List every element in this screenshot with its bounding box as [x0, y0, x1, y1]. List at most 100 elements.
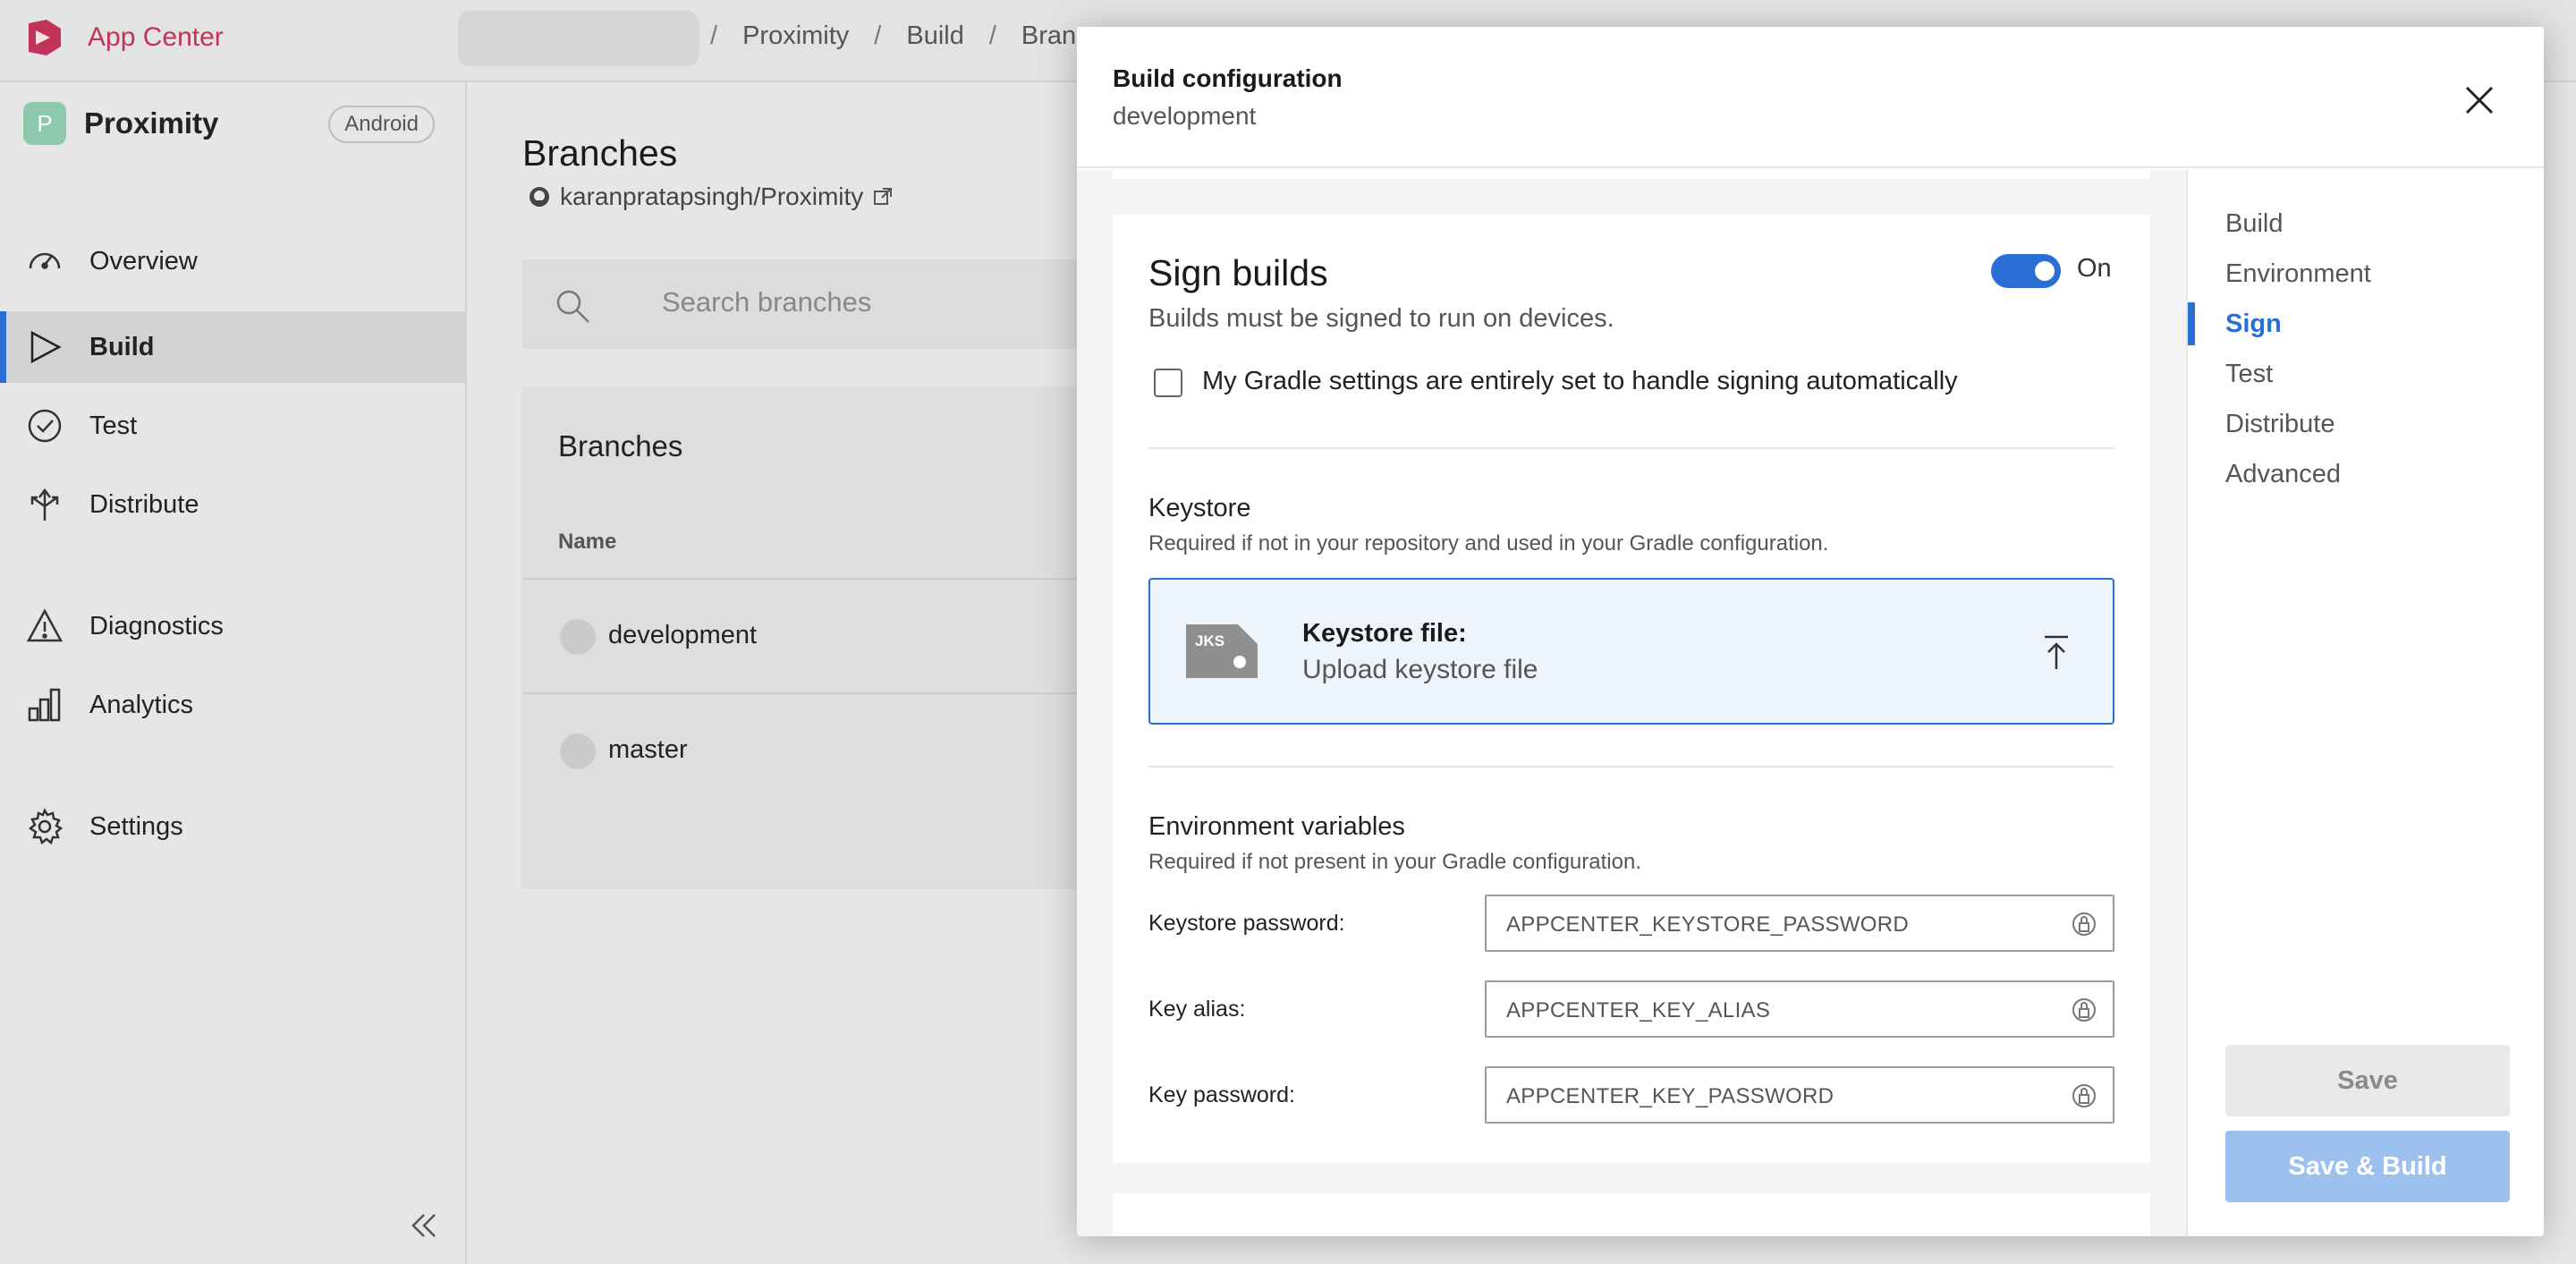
distribute-icon: [30, 488, 59, 521]
app-header[interactable]: P Proximity Android: [23, 102, 435, 145]
branch-status-icon: [560, 734, 596, 769]
toggle-knob: [2035, 261, 2055, 281]
sidebar: P Proximity Android Overview Build Test: [0, 82, 467, 1264]
table-row[interactable]: development: [522, 578, 1148, 692]
lock-icon[interactable]: [2070, 995, 2098, 1025]
check-circle-icon: [28, 409, 62, 443]
lock-icon[interactable]: [2070, 1081, 2098, 1111]
lock-icon[interactable]: [2070, 909, 2098, 939]
previous-section-card: [1113, 170, 2150, 179]
org-selector[interactable]: [458, 11, 699, 66]
side-nav-test[interactable]: Test: [2188, 352, 2542, 395]
collapse-sidebar-icon[interactable]: [404, 1206, 444, 1245]
keystore-upload[interactable]: JKS Keystore file: Upload keystore file: [1148, 578, 2114, 725]
keystore-title: Keystore: [1148, 494, 1251, 522]
sign-builds-section: Sign builds Builds must be signed to run…: [1113, 215, 2150, 1163]
brand-name: App Center: [88, 22, 224, 52]
key-alias-label: Key alias:: [1148, 997, 1246, 1022]
breadcrumb-branches[interactable]: Bran: [1021, 21, 1076, 51]
breadcrumb-app[interactable]: Proximity: [742, 21, 849, 51]
table-row[interactable]: master: [522, 692, 1148, 807]
column-header-name: Name: [558, 530, 617, 554]
sidebar-item-label: Test: [89, 411, 138, 440]
app-name: Proximity: [84, 106, 219, 140]
jks-file-icon: JKS: [1186, 624, 1258, 678]
breadcrumb: / Proximity / Build / Bran: [710, 21, 1077, 51]
branch-status-icon: [560, 619, 596, 655]
field-value: APPCENTER_KEY_ALIAS: [1506, 998, 1771, 1022]
key-password-field[interactable]: APPCENTER_KEY_PASSWORD: [1485, 1066, 2114, 1124]
upload-subtitle: Upload keystore file: [1302, 655, 1538, 684]
branch-name: development: [608, 621, 758, 649]
side-nav-advanced[interactable]: Advanced: [2188, 453, 2542, 496]
brand[interactable]: App Center: [23, 16, 224, 59]
save-button[interactable]: Save: [2225, 1045, 2510, 1116]
side-nav-build[interactable]: Build: [2188, 202, 2542, 245]
section-title: Sign builds: [1148, 252, 1328, 293]
upload-title: Keystore file:: [1302, 619, 1467, 648]
keystore-password-field[interactable]: APPCENTER_KEYSTORE_PASSWORD: [1485, 895, 2114, 952]
panel-side-nav: Build Environment Sign Test Distribute A…: [2186, 170, 2544, 1236]
side-nav-sign[interactable]: Sign: [2188, 302, 2542, 345]
keystore-description: Required if not in your repository and u…: [1148, 531, 1829, 556]
env-vars-description: Required if not present in your Gradle c…: [1148, 850, 1641, 874]
key-password-label: Key password:: [1148, 1082, 1295, 1107]
sidebar-item-label: Diagnostics: [89, 611, 224, 640]
field-value: APPCENTER_KEY_PASSWORD: [1506, 1084, 1835, 1108]
sidebar-item-build[interactable]: Build: [0, 311, 465, 383]
save-and-build-button[interactable]: Save & Build: [2225, 1131, 2510, 1202]
app-avatar: P: [23, 102, 66, 145]
toggle-label: On: [2077, 254, 2112, 283]
sidebar-item-settings[interactable]: Settings: [0, 791, 465, 862]
github-icon: [530, 187, 549, 207]
branch-search[interactable]: Search branches: [522, 259, 1148, 349]
divider: [1148, 447, 2114, 449]
branches-card-title: Branches: [558, 429, 683, 462]
close-icon[interactable]: [2462, 82, 2497, 118]
build-configuration-panel: Build configuration development Sign bui…: [1077, 27, 2544, 1236]
branches-card: Branches Name development master: [522, 386, 1148, 887]
bar-chart-icon: [28, 688, 61, 722]
branch-name: master: [608, 735, 688, 764]
key-alias-field[interactable]: APPCENTER_KEY_ALIAS: [1485, 980, 2114, 1038]
keystore-password-label: Keystore password:: [1148, 911, 1345, 936]
os-badge: Android: [328, 106, 435, 143]
repo-link[interactable]: karanpratapsingh/Proximity: [528, 182, 894, 211]
warning-icon: [26, 608, 64, 642]
panel-title: Build configuration: [1113, 64, 1343, 92]
sidebar-item-analytics[interactable]: Analytics: [0, 669, 465, 741]
sidebar-item-overview[interactable]: Overview: [0, 225, 465, 297]
sign-builds-toggle[interactable]: [1991, 254, 2061, 288]
search-placeholder: Search branches: [662, 286, 872, 318]
panel-header: Build configuration development: [1077, 27, 2544, 168]
sidebar-item-diagnostics[interactable]: Diagnostics: [0, 590, 465, 662]
sidebar-item-test[interactable]: Test: [0, 390, 465, 462]
external-link-icon: [874, 188, 893, 205]
sidebar-item-label: Settings: [89, 811, 183, 841]
panel-body: Sign builds Builds must be signed to run…: [1077, 170, 2186, 1236]
sidebar-item-label: Distribute: [89, 489, 199, 519]
app-center-logo-icon: [29, 20, 61, 55]
gradle-signing-checkbox[interactable]: [1154, 369, 1182, 397]
field-value: APPCENTER_KEYSTORE_PASSWORD: [1506, 912, 1909, 937]
breadcrumb-build[interactable]: Build: [906, 21, 964, 51]
sidebar-item-label: Build: [89, 332, 155, 361]
search-icon: [556, 290, 589, 323]
side-nav-environment[interactable]: Environment: [2188, 252, 2542, 295]
sidebar-item-label: Overview: [89, 246, 198, 276]
repo-name: karanpratapsingh/Proximity: [560, 182, 864, 210]
sidebar-item-distribute[interactable]: Distribute: [0, 469, 465, 540]
section-description: Builds must be signed to run on devices.: [1148, 304, 1614, 333]
panel-subtitle: development: [1113, 102, 1257, 130]
divider: [1148, 766, 2114, 768]
gauge-icon: [29, 252, 61, 269]
sidebar-item-label: Analytics: [89, 690, 194, 719]
gradle-signing-label[interactable]: My Gradle settings are entirely set to h…: [1202, 367, 1958, 396]
play-icon: [30, 330, 62, 364]
side-nav-distribute[interactable]: Distribute: [2188, 403, 2542, 445]
gear-icon: [28, 808, 64, 845]
env-vars-title: Environment variables: [1148, 812, 1405, 841]
upload-icon[interactable]: [2039, 633, 2073, 673]
svg-text:JKS: JKS: [1195, 632, 1224, 649]
next-section-card: [1113, 1193, 2150, 1236]
